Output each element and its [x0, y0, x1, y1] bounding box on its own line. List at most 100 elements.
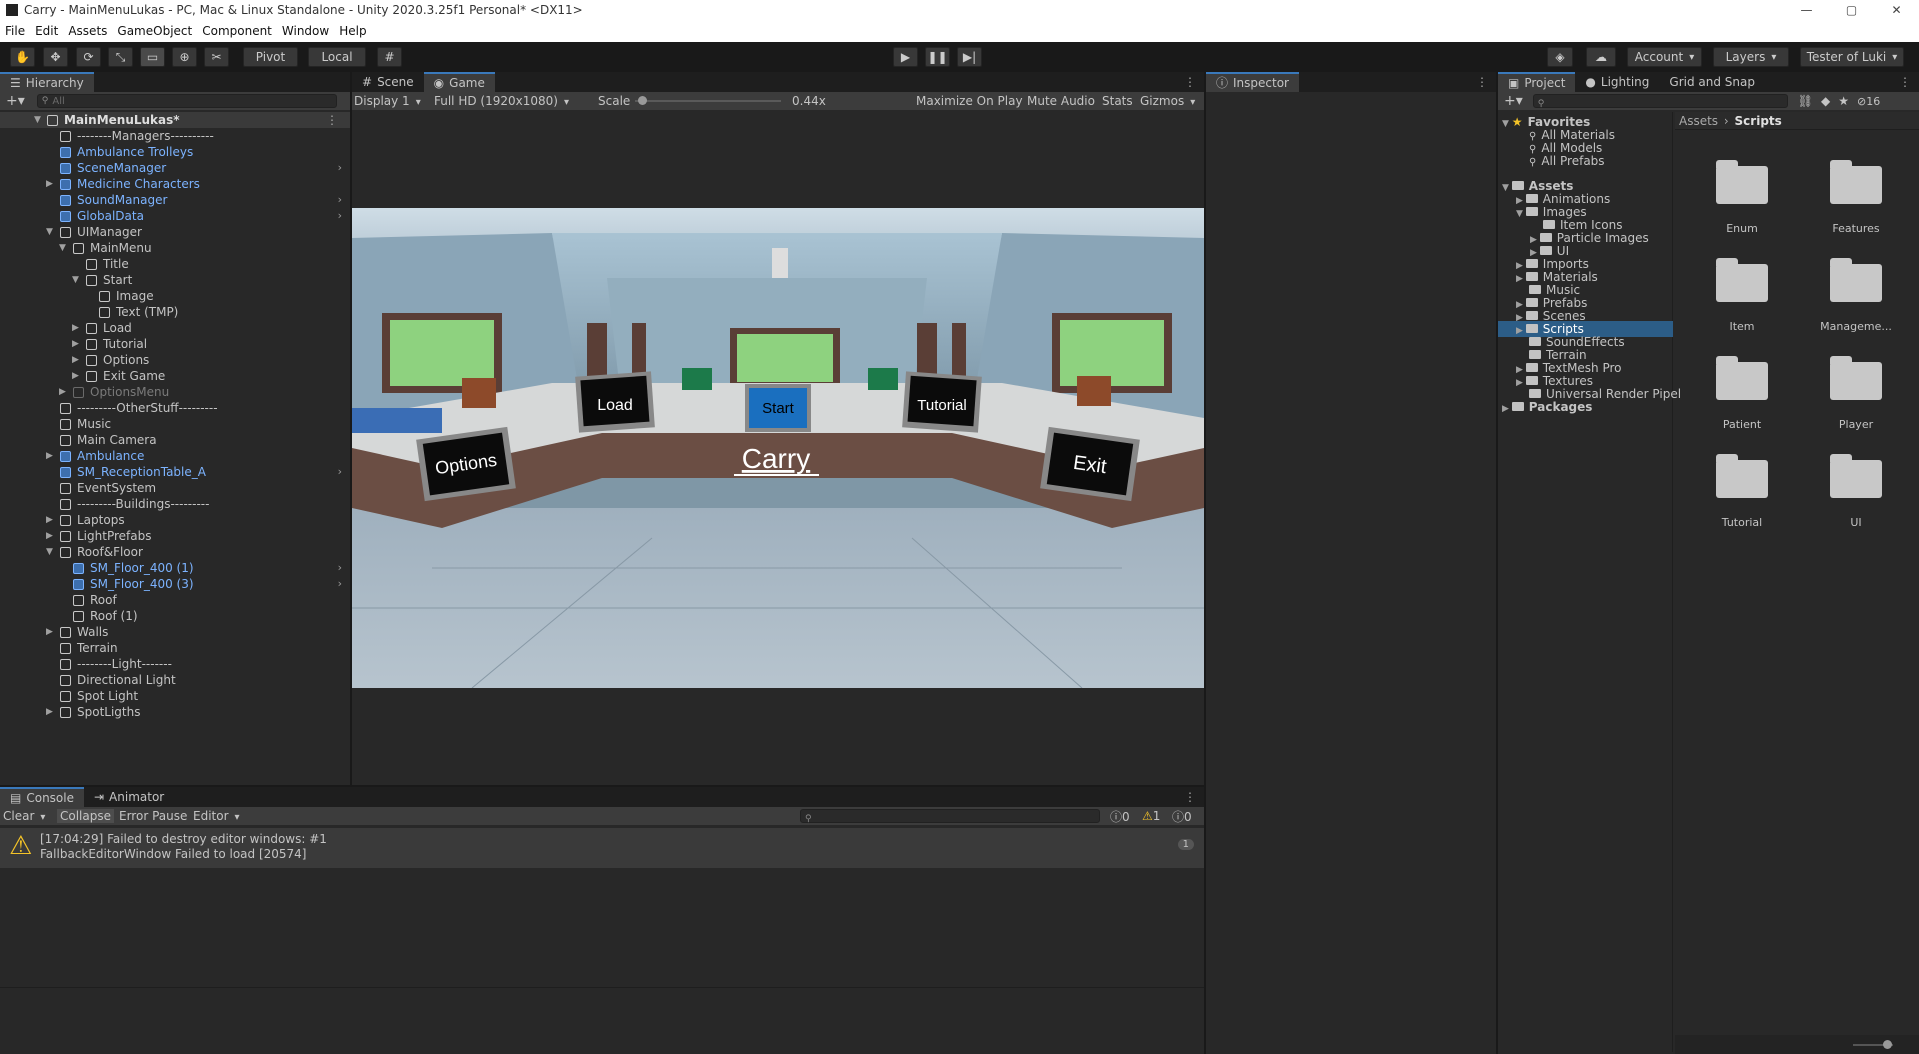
project-menu-icon[interactable]: ⋮	[1899, 72, 1911, 92]
tab-console[interactable]: ▤ Console	[0, 787, 84, 807]
hierarchy-item[interactable]: Ambulance Trolleys	[0, 144, 350, 160]
hierarchy-item[interactable]: ▶ Tutorial	[0, 336, 350, 352]
expand-arrow-icon[interactable]: ▼	[46, 224, 53, 240]
hierarchy-item[interactable]: ▶ Laptops	[0, 512, 350, 528]
hidden-packages-icon[interactable]: ⊘16	[1857, 95, 1880, 108]
asset-folder-item[interactable]: Manageme...	[1806, 258, 1906, 338]
open-prefab-chevron-icon[interactable]: ›	[338, 160, 342, 176]
hierarchy-item[interactable]: ▶ Load	[0, 320, 350, 336]
expand-arrow-icon[interactable]: ▼	[59, 240, 66, 256]
hierarchy-item[interactable]: Roof	[0, 592, 350, 608]
account-dropdown[interactable]: Account	[1627, 47, 1702, 67]
tab-inspector[interactable]: ⓘ Inspector	[1206, 72, 1299, 92]
inspector-menu-icon[interactable]: ⋮	[1476, 72, 1488, 92]
tab-lighting[interactable]: ● Lighting	[1575, 72, 1659, 92]
filter-type-icon[interactable]: ⛓	[1798, 94, 1813, 108]
collapse-arrow-icon[interactable]: ▶	[72, 320, 79, 336]
scale-slider[interactable]	[635, 96, 781, 105]
maximize-button[interactable]: ▢	[1829, 0, 1874, 20]
hierarchy-item[interactable]: ▶ Exit Game	[0, 368, 350, 384]
hierarchy-item[interactable]: Terrain	[0, 640, 350, 656]
collapse-arrow-icon[interactable]: ▶	[46, 512, 53, 528]
tab-grid-snap[interactable]: Grid and Snap	[1659, 72, 1765, 92]
editor-dropdown[interactable]: Editor	[193, 809, 240, 823]
hierarchy-item[interactable]: Text (TMP)	[0, 304, 350, 320]
favorite-star-icon[interactable]: ★	[1838, 94, 1849, 108]
breadcrumb-root[interactable]: Assets	[1679, 114, 1718, 128]
hierarchy-item[interactable]: --------Light-------	[0, 656, 350, 672]
tab-scene[interactable]: # Scene	[352, 72, 424, 92]
hierarchy-item[interactable]: --------Managers----------	[0, 128, 350, 144]
hierarchy-item[interactable]: ▼ Roof&Floor	[0, 544, 350, 560]
layout-dropdown[interactable]: Tester of Luki	[1800, 47, 1904, 67]
hierarchy-item[interactable]: SceneManager ›	[0, 160, 350, 176]
close-button[interactable]: ✕	[1874, 0, 1919, 20]
breadcrumb-current[interactable]: Scripts	[1735, 114, 1782, 128]
add-icon[interactable]: +▾	[6, 93, 25, 109]
game-viewport[interactable]: Load Start Tutorial Options Exit Carry	[352, 208, 1204, 688]
error-pause-toggle[interactable]: Error Pause	[119, 809, 187, 823]
maximize-on-play-toggle[interactable]: Maximize On Play	[916, 94, 1023, 108]
hierarchy-item[interactable]: Image	[0, 288, 350, 304]
hierarchy-item[interactable]: Spot Light	[0, 688, 350, 704]
tab-project[interactable]: ▣ Project	[1498, 72, 1576, 92]
menu-gameobject[interactable]: GameObject	[112, 24, 197, 38]
scene-menu-icon[interactable]: ⋮	[326, 112, 338, 128]
hierarchy-item[interactable]: GlobalData ›	[0, 208, 350, 224]
minimize-button[interactable]: —	[1784, 0, 1829, 20]
grid-snap-icon[interactable]: #	[377, 47, 402, 67]
open-prefab-chevron-icon[interactable]: ›	[338, 576, 342, 592]
tab-game[interactable]: ◉ Game	[423, 72, 495, 92]
scale-tool-icon[interactable]: ⤡	[108, 47, 133, 67]
asset-folder-item[interactable]: Patient	[1692, 356, 1792, 436]
transform-tool-icon[interactable]: ⊕	[172, 47, 197, 67]
rect-tool-icon[interactable]: ▭	[140, 47, 165, 67]
menu-window[interactable]: Window	[277, 24, 334, 38]
hierarchy-item[interactable]: Directional Light	[0, 672, 350, 688]
menu-assets[interactable]: Assets	[63, 24, 112, 38]
expand-arrow-icon[interactable]: ▼	[72, 272, 79, 288]
hierarchy-item[interactable]: EventSystem	[0, 480, 350, 496]
hierarchy-item[interactable]: ▶ SpotLigths	[0, 704, 350, 720]
collapse-arrow-icon[interactable]: ▶	[72, 368, 79, 384]
hierarchy-item[interactable]: ▼ Start	[0, 272, 350, 288]
custom-tool-icon[interactable]: ✂	[204, 47, 229, 67]
resolution-dropdown[interactable]: Full HD (1920x1080)	[434, 94, 588, 108]
expand-arrow-icon[interactable]: ▼	[34, 112, 41, 128]
tab-hierarchy[interactable]: ☰ Hierarchy	[0, 72, 94, 92]
laptop-start[interactable]: Start	[745, 384, 811, 432]
pivot-toggle[interactable]: Pivot	[243, 47, 298, 67]
collab-icon[interactable]: ◈	[1547, 47, 1573, 67]
hierarchy-search-input[interactable]: ⚲ All	[36, 94, 337, 108]
hierarchy-item[interactable]: SoundManager ›	[0, 192, 350, 208]
collapse-arrow-icon[interactable]: ▶	[1502, 404, 1512, 414]
collapse-arrow-icon[interactable]: ▶	[72, 352, 79, 368]
asset-folder-item[interactable]: Item	[1692, 258, 1792, 338]
icon-size-slider-knob[interactable]	[1883, 1040, 1892, 1049]
hierarchy-item[interactable]: Title	[0, 256, 350, 272]
hierarchy-item[interactable]: Roof (1)	[0, 608, 350, 624]
local-toggle[interactable]: Local	[308, 47, 366, 67]
tab-animator[interactable]: ⇥ Animator	[84, 787, 174, 807]
stats-toggle[interactable]: Stats	[1102, 94, 1133, 108]
error-count-toggle[interactable]: ⓘ0	[1172, 808, 1192, 825]
console-menu-icon[interactable]: ⋮	[1184, 787, 1196, 807]
open-prefab-chevron-icon[interactable]: ›	[338, 192, 342, 208]
laptop-load[interactable]: Load	[575, 371, 655, 433]
collapse-arrow-icon[interactable]: ▶	[46, 176, 53, 192]
collapse-arrow-icon[interactable]: ▶	[46, 528, 53, 544]
collapse-arrow-icon[interactable]: ▶	[59, 384, 66, 400]
hierarchy-item[interactable]: SM_ReceptionTable_A ›	[0, 464, 350, 480]
hierarchy-item[interactable]: ---------Buildings---------	[0, 496, 350, 512]
hierarchy-item[interactable]: ▶ OptionsMenu	[0, 384, 350, 400]
collapse-arrow-icon[interactable]: ▶	[46, 704, 53, 720]
clear-dropdown[interactable]: Clear	[3, 809, 45, 823]
packages-node[interactable]: ▶ Packages	[1498, 399, 1673, 415]
collapse-toggle[interactable]: Collapse	[57, 809, 114, 823]
pause-button[interactable]: ❚❚	[925, 47, 950, 67]
rotate-tool-icon[interactable]: ⟳	[76, 47, 101, 67]
hierarchy-item[interactable]: ▶ Medicine Characters	[0, 176, 350, 192]
create-asset-icon[interactable]: +▾	[1504, 93, 1523, 109]
console-log-entry[interactable]: ⚠ [17:04:29] Failed to destroy editor wi…	[0, 828, 1204, 868]
asset-folder-item[interactable]: Player	[1806, 356, 1906, 436]
